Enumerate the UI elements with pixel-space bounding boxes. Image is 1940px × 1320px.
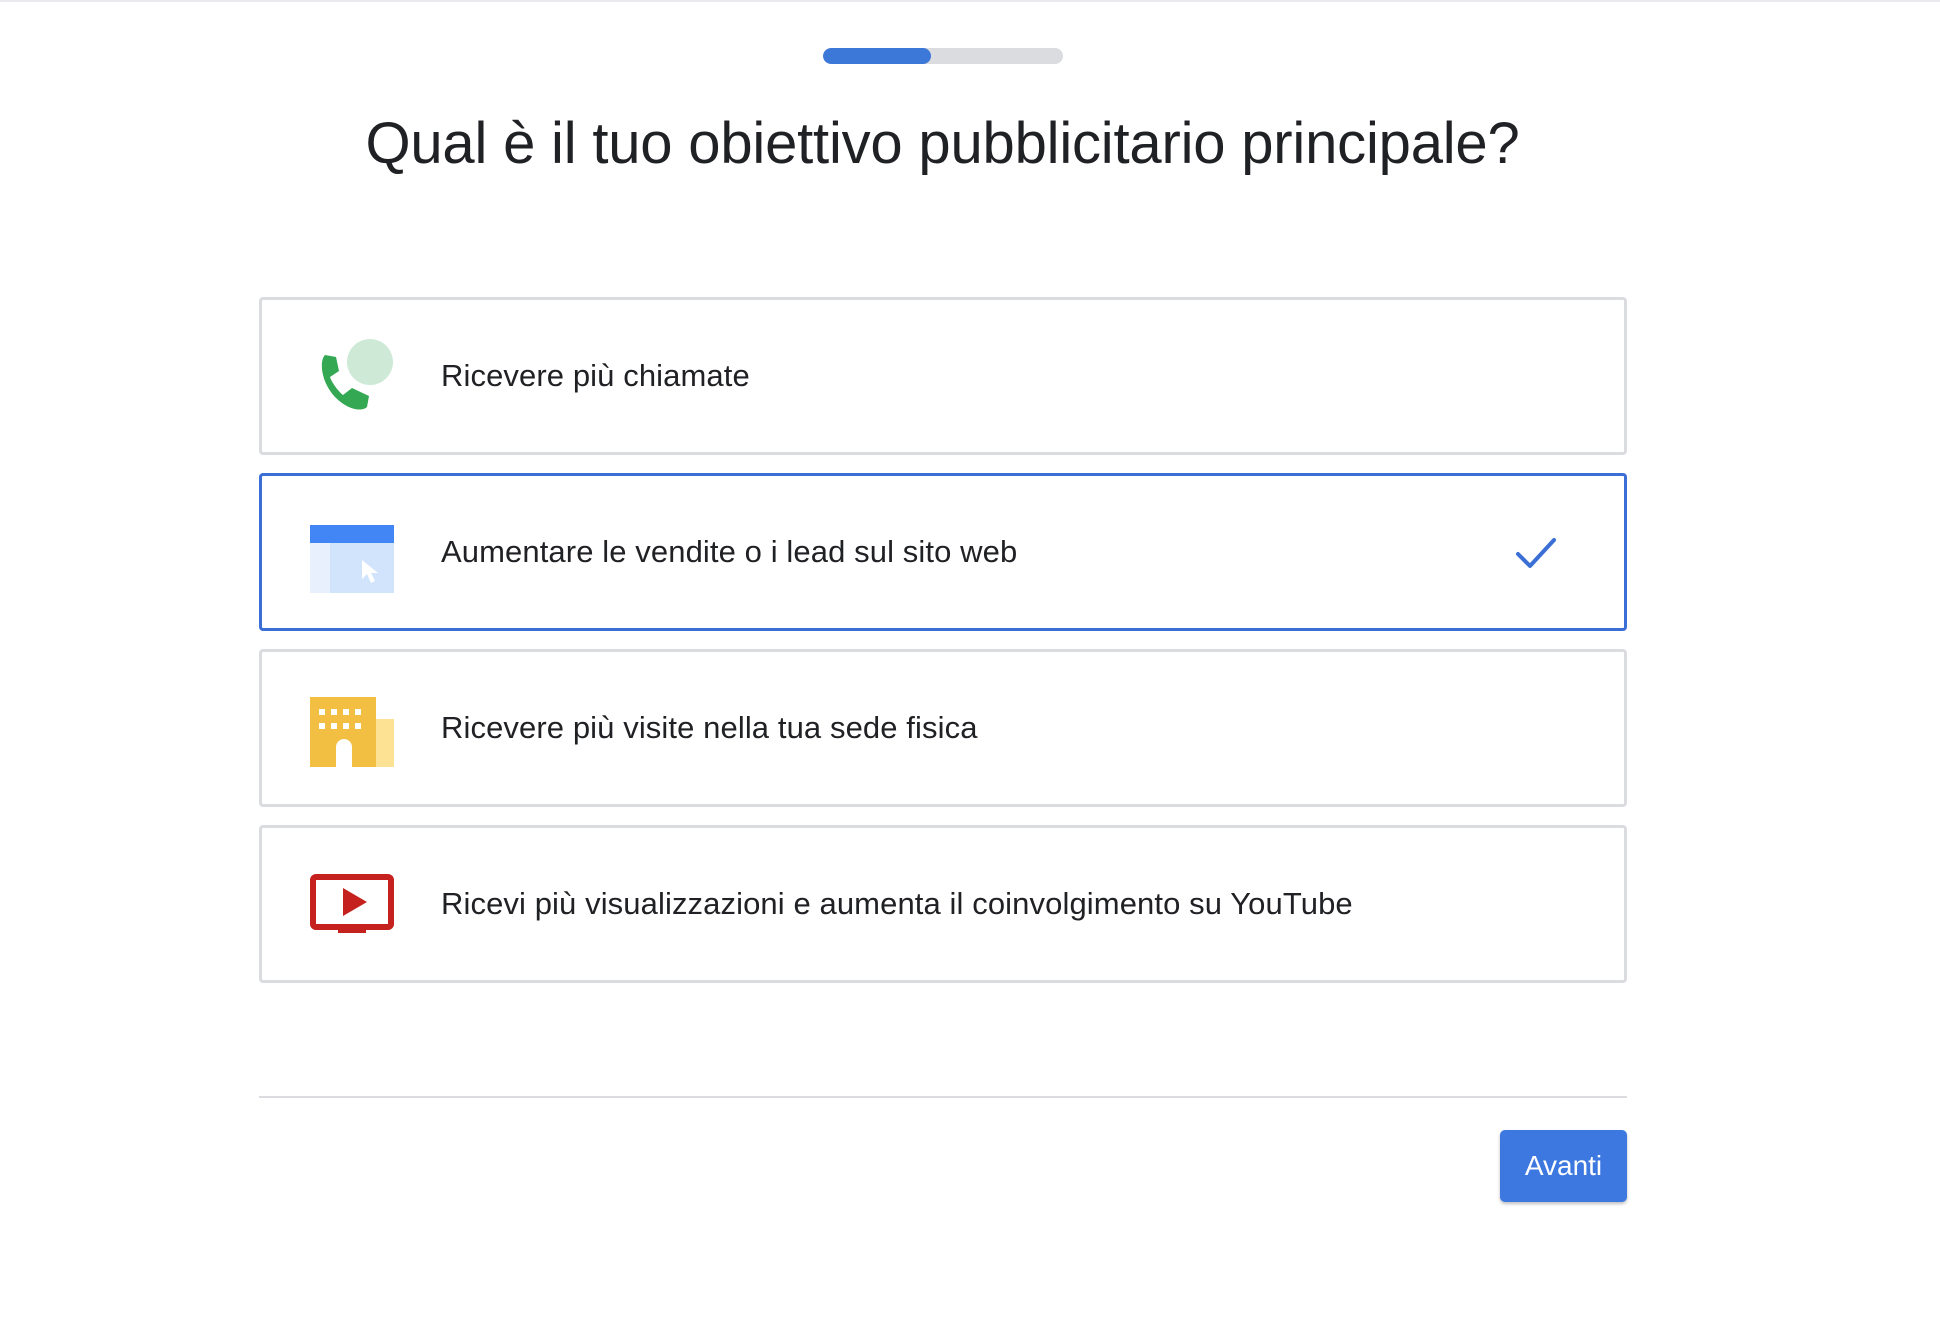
- option-label: Ricevere più chiamate: [441, 358, 750, 393]
- option-label: Ricevi più visualizzazioni e aumenta il …: [441, 886, 1353, 921]
- option-youtube[interactable]: Ricevi più visualizzazioni e aumenta il …: [259, 825, 1627, 983]
- progress-bar-fill: [823, 48, 931, 64]
- footer-divider: [259, 1096, 1627, 1098]
- option-website-sales[interactable]: Aumentare le vendite o i lead sul sito w…: [259, 473, 1627, 631]
- youtube-play-icon: [310, 865, 394, 949]
- option-store-visits[interactable]: Ricevere più visite nella tua sede fisic…: [259, 649, 1627, 807]
- page-title: Qual è il tuo obiettivo pubblicitario pr…: [365, 111, 1520, 176]
- phone-chat-icon: [310, 337, 394, 421]
- goal-options-list: Ricevere più chiamate Aumentare le vendi…: [259, 297, 1627, 1001]
- top-border: [0, 0, 1940, 2]
- website-cursor-icon: [310, 513, 394, 597]
- next-button[interactable]: Avanti: [1500, 1130, 1627, 1202]
- option-label: Aumentare le vendite o i lead sul sito w…: [441, 534, 1018, 569]
- option-calls[interactable]: Ricevere più chiamate: [259, 297, 1627, 455]
- check-icon: [1514, 534, 1558, 574]
- store-building-icon: [310, 689, 394, 773]
- progress-bar: [823, 48, 1063, 64]
- option-label: Ricevere più visite nella tua sede fisic…: [441, 710, 978, 745]
